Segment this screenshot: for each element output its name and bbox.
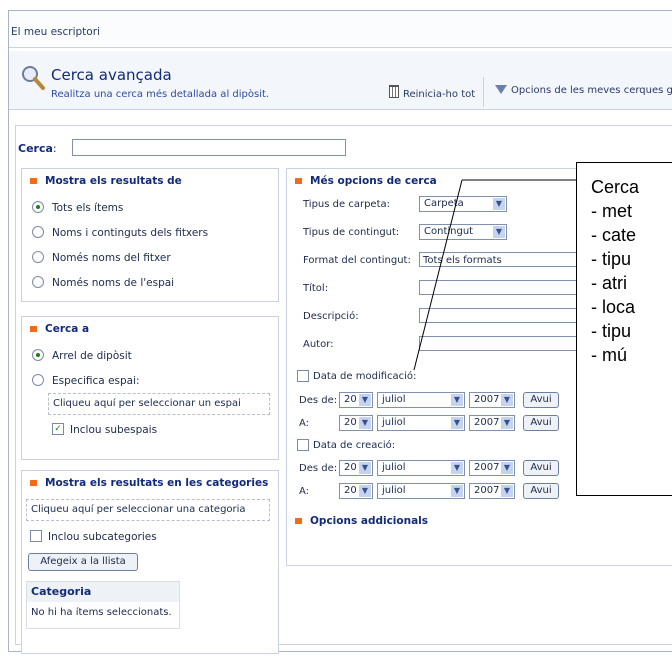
callout-line: - met xyxy=(591,201,633,221)
callout-line: - tipu xyxy=(591,321,632,341)
callout-line: - cate xyxy=(591,225,637,245)
callout-line: - tipu xyxy=(591,249,632,269)
callout-line: - mú xyxy=(591,345,627,365)
callout-line: - atri xyxy=(591,273,627,293)
annotation-callout: Cerca - met - cate - tipu - atri - loca … xyxy=(576,162,672,496)
callout-line: - loca xyxy=(591,297,636,317)
callout-pointer xyxy=(413,179,576,371)
callout-line: Cerca xyxy=(591,177,640,197)
callout-pointer-diagonal-line xyxy=(413,179,463,371)
